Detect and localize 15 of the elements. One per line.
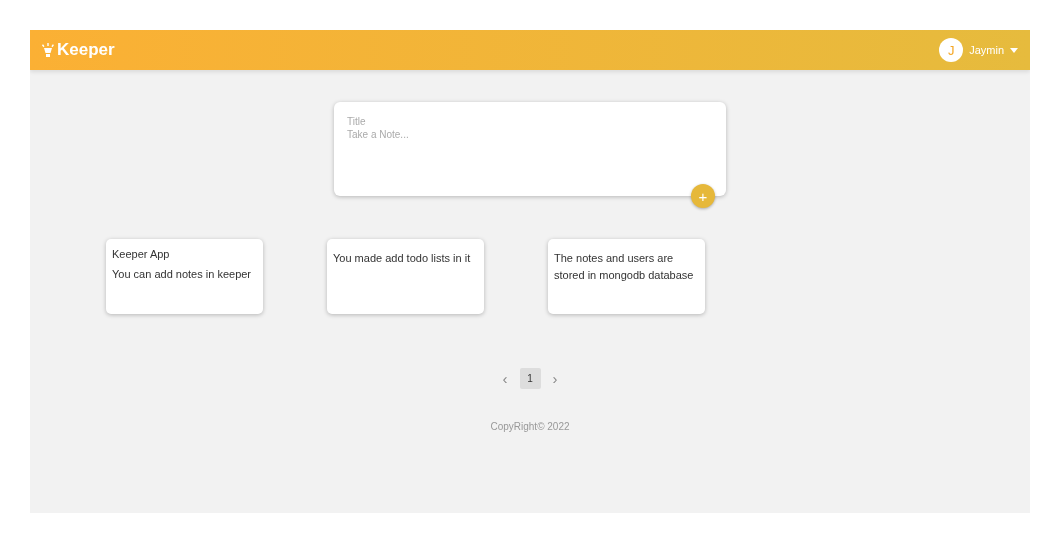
caret-icon: [1010, 47, 1018, 53]
user-name: Jaymin: [969, 44, 1004, 56]
user-menu[interactable]: J Jaymin: [939, 38, 1018, 62]
previous-page-button[interactable]: ‹: [502, 370, 508, 387]
lightbulb-icon: [42, 42, 54, 58]
page-button[interactable]: 1: [519, 368, 541, 389]
copyright-text: CopyRight© 2022: [490, 421, 570, 432]
note-content: The notes and users are stored in mongodb database: [554, 251, 695, 283]
next-page-button[interactable]: ›: [552, 370, 558, 387]
note-title: Keeper App: [112, 247, 171, 262]
add-button[interactable]: +: [691, 184, 715, 208]
app-logo: Keeper: [57, 40, 115, 60]
user-avatar: J: [939, 38, 964, 62]
note-content: You can add notes in keeper: [112, 267, 253, 282]
note-content: You made add todo lists in it: [333, 251, 472, 266]
